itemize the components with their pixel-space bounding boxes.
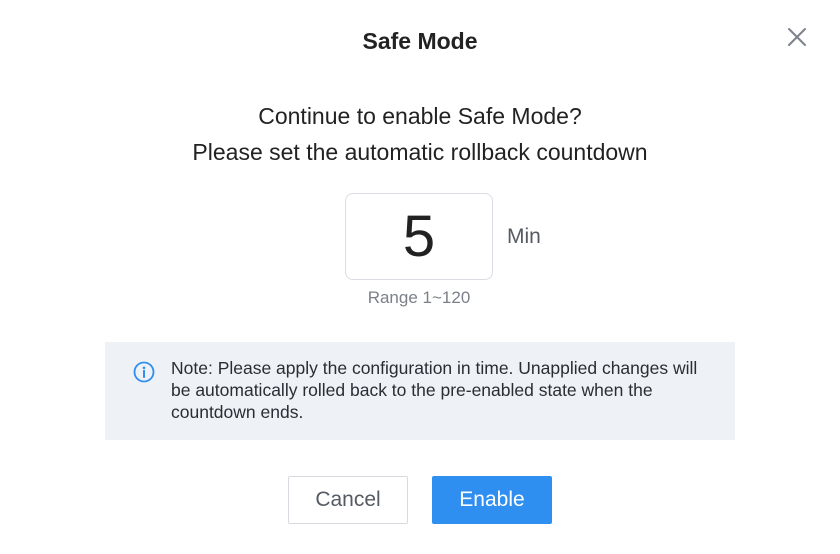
question-line-1: Continue to enable Safe Mode? [258, 103, 582, 129]
cancel-button[interactable]: Cancel [288, 476, 408, 524]
countdown-unit: Min [507, 225, 541, 248]
enable-button[interactable]: Enable [432, 476, 552, 524]
close-button[interactable] [782, 22, 812, 52]
safe-mode-dialog: Safe Mode Continue to enable Safe Mode? … [0, 0, 840, 554]
info-icon [133, 361, 155, 383]
countdown-input-box[interactable] [345, 193, 493, 280]
question-line-2: Please set the automatic rollback countd… [192, 139, 648, 165]
countdown-input[interactable] [349, 203, 489, 270]
countdown-range-hint: Range 1~120 [367, 288, 471, 307]
dialog-title: Safe Mode [362, 28, 478, 54]
close-icon [788, 28, 806, 46]
note-box: Note: Please apply the configuration in … [105, 342, 735, 440]
confirm-question: Continue to enable Safe Mode? Please set… [0, 98, 840, 170]
note-text: Note: Please apply the configuration in … [171, 358, 698, 422]
